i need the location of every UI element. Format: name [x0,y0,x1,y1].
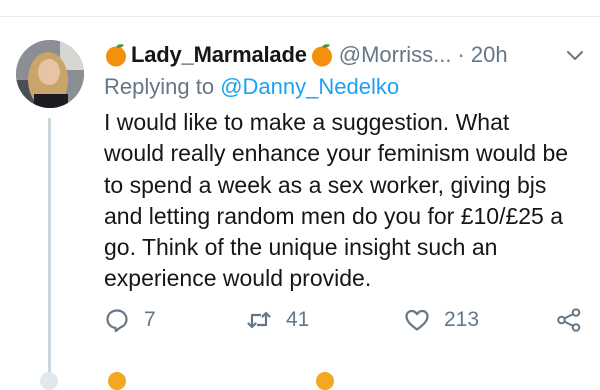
timestamp[interactable]: 20h [471,42,508,68]
heart-icon [405,309,429,331]
reply-count: 7 [144,308,156,331]
share-icon [557,308,581,332]
tweet-text: I would like to make a suggestion. What … [104,109,569,292]
user-handle[interactable]: @Morriss... [339,42,452,68]
next-tweet-peek [0,372,600,390]
reply-button[interactable]: 7 [104,302,156,338]
share-button[interactable] [556,302,582,338]
retweet-icon [247,311,271,329]
chevron-down-icon[interactable] [564,44,586,66]
retweet-count: 41 [286,308,310,331]
top-divider [0,16,600,17]
like-count: 213 [444,308,480,331]
separator-dot: · [457,42,465,67]
tweet-header: Lady_Marmalade @Morriss... · 20h [104,38,590,72]
replying-to-label: Replying to [104,74,221,99]
orange-emoji-icon [108,372,126,390]
orange-emoji-icon [311,44,332,67]
avatar[interactable] [16,40,84,108]
display-name[interactable]: Lady_Marmalade [131,42,307,68]
replying-to-mention[interactable]: @Danny_Nedelko [220,74,399,99]
thread-line [48,118,51,383]
retweet-button[interactable]: 41 [246,302,309,338]
reply-icon [106,309,128,333]
next-avatar-edge [40,372,58,390]
like-button[interactable]: 213 [404,302,479,338]
orange-emoji-icon [316,372,334,390]
orange-emoji-icon [106,44,126,67]
avatar-photo [16,40,84,108]
tweet-actions: 7 41 213 [104,302,590,338]
replying-to: Replying to @Danny_Nedelko [104,74,399,100]
